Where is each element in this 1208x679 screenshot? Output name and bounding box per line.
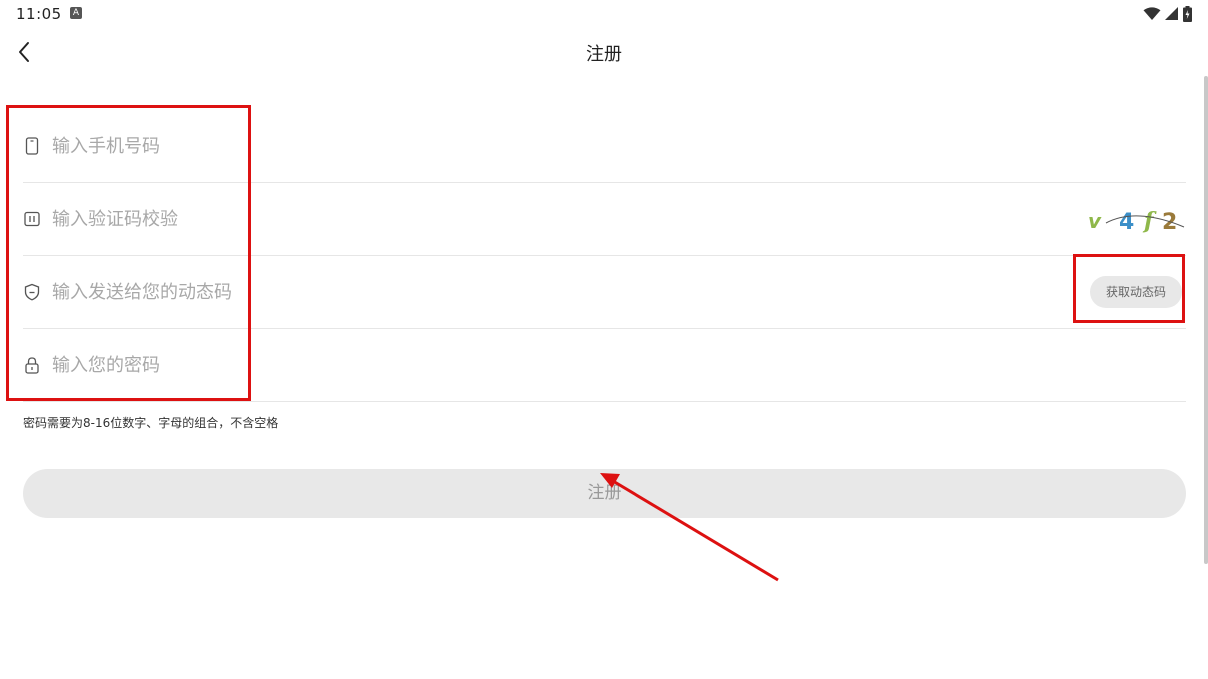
password-hint: 密码需要为8-16位数字、字母的组合，不含空格 <box>23 416 279 430</box>
lock-icon <box>23 356 41 374</box>
register-button[interactable]: 注册 <box>23 469 1186 518</box>
captcha-row: v 4 f 2 <box>23 183 1186 256</box>
password-row <box>23 329 1186 402</box>
status-icons <box>1143 5 1192 23</box>
dynamic-code-row: 获取动态码 <box>23 256 1186 329</box>
captcha-char-2: 4 <box>1119 210 1134 235</box>
phone-row <box>23 110 1186 183</box>
captcha-char-3: f <box>1142 208 1157 234</box>
password-input[interactable] <box>52 354 752 376</box>
battery-icon <box>1183 6 1192 22</box>
captcha-input[interactable] <box>52 208 752 230</box>
get-dynamic-code-button[interactable]: 获取动态码 <box>1089 276 1182 308</box>
scrollbar[interactable] <box>1204 76 1208 564</box>
phone-input[interactable] <box>52 135 752 157</box>
status-bar: 11:05 A <box>0 0 1208 28</box>
captcha-char-4: 2 <box>1162 210 1177 235</box>
page-title: 注册 <box>586 44 622 65</box>
status-time: 11:05 <box>16 5 62 23</box>
captcha-icon <box>23 210 41 228</box>
register-form: v 4 f 2 获取动态码 <box>23 110 1186 402</box>
captcha-image[interactable]: v 4 f 2 <box>1086 205 1186 235</box>
app-bar: 注册 <box>0 28 1208 76</box>
signal-icon <box>1165 7 1178 20</box>
shield-icon <box>23 283 41 301</box>
wifi-icon <box>1143 7 1161 20</box>
dynamic-code-input[interactable] <box>52 281 752 303</box>
captcha-char-1: v <box>1088 209 1102 233</box>
phone-icon <box>23 137 41 155</box>
a-badge-icon: A <box>70 7 82 19</box>
